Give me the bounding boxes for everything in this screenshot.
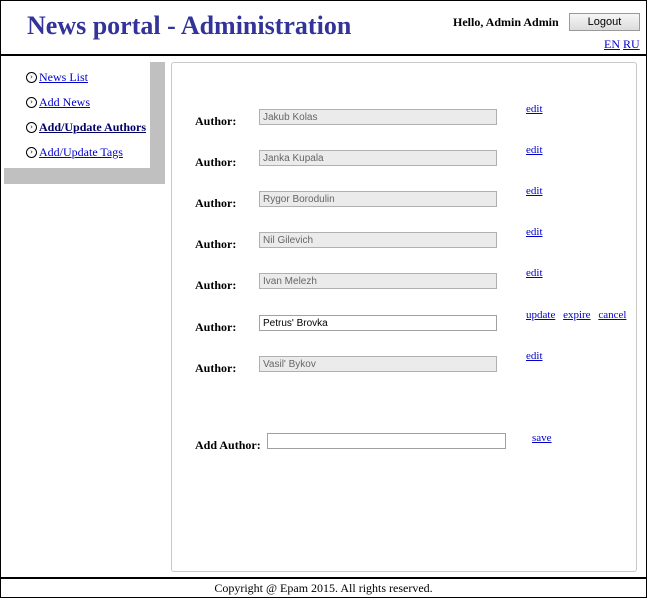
author-actions: edit <box>526 103 548 115</box>
arrow-right-icon: › <box>26 96 37 108</box>
author-label: Author: <box>195 320 237 334</box>
update-link[interactable]: update <box>526 309 555 321</box>
author-label: Author: <box>195 196 237 210</box>
author-name-field[interactable] <box>259 356 497 372</box>
author-label: Author: <box>195 278 237 292</box>
sidebar-item-label[interactable]: Add/Update Authors <box>39 120 146 135</box>
expire-link[interactable]: expire <box>563 309 590 321</box>
sidebar-item-label[interactable]: Add/Update Tags <box>39 145 123 160</box>
add-author-row: Add Author: save <box>172 432 636 453</box>
author-actions: edit <box>526 185 548 197</box>
author-name-field[interactable] <box>259 273 497 289</box>
lang-en-link[interactable]: EN <box>604 37 620 51</box>
cancel-link[interactable]: cancel <box>598 309 626 321</box>
sidebar: › News List › Add News › Add/Update Auth… <box>4 62 165 184</box>
sidebar-item-label[interactable]: Add News <box>39 95 90 110</box>
author-label: Author: <box>195 237 237 251</box>
footer: Copyright @ Epam 2015. All rights reserv… <box>0 577 647 598</box>
logout-button[interactable]: Logout <box>569 13 640 31</box>
sidebar-item-add-news[interactable]: › Add News <box>26 94 90 110</box>
header: News portal - Administration Hello, Admi… <box>1 1 646 56</box>
author-label: Author: <box>195 155 237 169</box>
authors-panel: Author: edit Author: edit Author: edit A… <box>171 62 637 572</box>
arrow-right-icon: › <box>26 71 37 83</box>
author-actions: edit <box>526 226 548 238</box>
arrow-right-icon: › <box>26 121 37 133</box>
sidebar-item-authors[interactable]: › Add/Update Authors <box>26 119 146 135</box>
author-row-editing: Author: update expire cancel <box>172 309 636 335</box>
author-actions: edit <box>526 350 548 362</box>
author-name-field[interactable] <box>259 109 497 125</box>
page-title: News portal - Administration <box>27 11 352 40</box>
edit-link[interactable]: edit <box>526 185 543 197</box>
author-row: Author: edit <box>172 185 636 211</box>
language-switcher: EN RU <box>604 37 640 52</box>
author-name-field[interactable] <box>259 191 497 207</box>
author-label: Author: <box>195 361 237 375</box>
author-name-field[interactable] <box>259 150 497 166</box>
edit-link[interactable]: edit <box>526 103 543 115</box>
sidebar-item-tags[interactable]: › Add/Update Tags <box>26 144 123 160</box>
author-row: Author: edit <box>172 103 636 129</box>
author-row: Author: edit <box>172 267 636 293</box>
sidebar-item-label[interactable]: News List <box>39 70 88 85</box>
author-row: Author: edit <box>172 144 636 170</box>
user-greeting: Hello, Admin Admin <box>453 15 559 29</box>
add-author-label: Add Author: <box>195 438 261 452</box>
edit-link[interactable]: edit <box>526 226 543 238</box>
add-author-input[interactable] <box>267 433 506 449</box>
author-actions: edit <box>526 267 548 279</box>
author-actions: update expire cancel <box>526 309 631 321</box>
edit-link[interactable]: edit <box>526 267 543 279</box>
sidebar-menu: › News List › Add News › Add/Update Auth… <box>4 62 150 168</box>
edit-link[interactable]: edit <box>526 144 543 156</box>
author-row: Author: edit <box>172 350 636 376</box>
author-name-field[interactable] <box>259 232 497 248</box>
edit-link[interactable]: edit <box>526 350 543 362</box>
sidebar-item-news-list[interactable]: › News List <box>26 69 88 85</box>
save-link[interactable]: save <box>532 432 552 444</box>
author-name-field[interactable] <box>259 315 497 331</box>
author-actions: edit <box>526 144 548 156</box>
author-row: Author: edit <box>172 226 636 252</box>
lang-ru-link[interactable]: RU <box>623 37 640 51</box>
arrow-right-icon: › <box>26 146 37 158</box>
author-label: Author: <box>195 114 237 128</box>
